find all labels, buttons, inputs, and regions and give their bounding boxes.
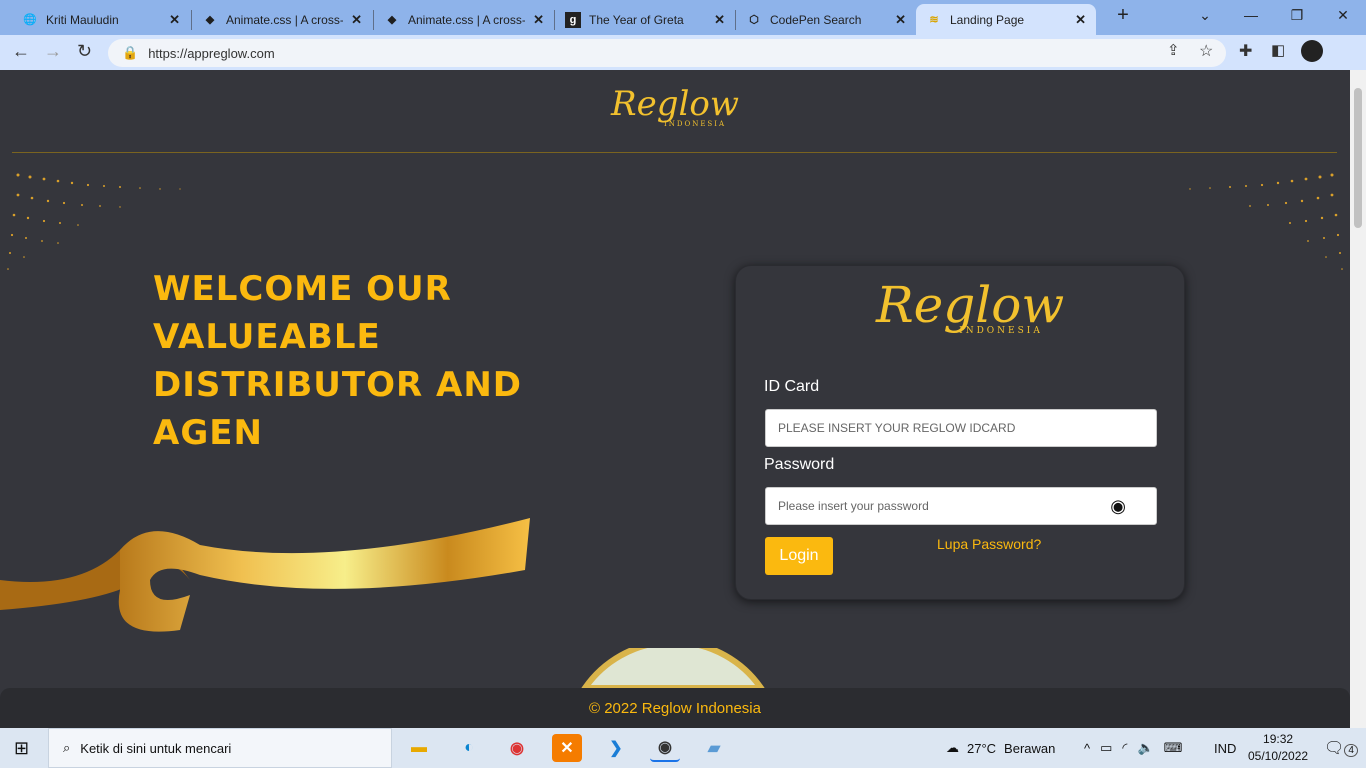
close-icon[interactable]: ✕ — [895, 12, 906, 28]
login-button[interactable]: Login — [765, 537, 833, 575]
weather-temp[interactable]: 27°C — [967, 741, 996, 756]
landing-page: Reglow INDONESIA WELCOME OUR VALUEABLE DI… — [0, 70, 1350, 728]
close-icon[interactable]: ✕ — [1075, 12, 1086, 28]
battery-icon[interactable]: ▭ — [1100, 740, 1112, 756]
gold-circle-decoration — [581, 648, 765, 688]
tab-animate-1[interactable]: ◆ Animate.css | A cross- ✕ — [192, 4, 372, 35]
back-button[interactable]: ← — [12, 41, 30, 62]
restore-button[interactable]: ❐ — [1274, 0, 1320, 30]
extensions-icon[interactable]: ✚ — [1239, 41, 1252, 61]
id-card-label: ID Card — [764, 378, 820, 395]
tab-codepen[interactable]: ⬡ CodePen Search ✕ — [736, 4, 916, 35]
password-label: Password — [764, 456, 835, 473]
header-divider — [12, 152, 1337, 153]
vscode-icon[interactable]: ❯ — [601, 734, 631, 762]
cloud-icon: ☁ — [946, 740, 959, 755]
close-icon[interactable]: ✕ — [714, 12, 725, 28]
chevron-up-icon[interactable]: ^ — [1084, 741, 1090, 756]
tab-search-button[interactable]: ⌄ — [1182, 0, 1228, 30]
keyboard-icon[interactable]: ⌨ — [1164, 740, 1183, 756]
browser-toolbar: ← → ↻ 🔒 https://appreglow.com ⇪ ☆ ✚ ◧ — [0, 35, 1366, 70]
volume-icon[interactable]: 🔈 — [1137, 740, 1153, 756]
login-card: Reglow INDONESIA ID Card PLEASE INSERT YO… — [735, 265, 1185, 600]
forward-button[interactable]: → — [44, 41, 62, 62]
eye-icon[interactable]: ◉ — [1110, 496, 1126, 517]
taskbar-search[interactable]: ⌕ Ketik di sini untuk mencari — [48, 728, 392, 768]
footer: © 2022 Reglow Indonesia — [0, 688, 1350, 728]
forgot-password-link[interactable]: Lupa Password? — [937, 536, 1041, 552]
welcome-heading: WELCOME OUR VALUEABLE DISTRIBUTOR AND AG… — [153, 269, 523, 453]
app-icon[interactable]: ▰ — [699, 734, 729, 762]
file-explorer-icon[interactable]: ▬ — [404, 734, 434, 762]
notification-icon[interactable]: 🗨 4 — [1324, 738, 1358, 758]
close-icon[interactable]: ✕ — [169, 12, 180, 28]
tab-greta[interactable]: g The Year of Greta ✕ — [555, 4, 735, 35]
new-tab-button[interactable]: + — [1100, 0, 1146, 30]
share-icon[interactable]: ⇪ — [1167, 41, 1180, 59]
edge-icon[interactable]: ◐ — [454, 734, 484, 762]
tab-kriti[interactable]: 🌐 Kriti Mauludin ✕ — [12, 4, 190, 35]
tab-strip: 🌐 Kriti Mauludin ✕ ◆ Animate.css | A cross-… — [0, 0, 1366, 35]
side-panel-icon[interactable]: ◧ — [1271, 41, 1285, 59]
windows-start-icon[interactable]: ⊞ — [14, 738, 29, 759]
close-icon[interactable]: ✕ — [351, 12, 362, 28]
password-input[interactable]: Please insert your password ◉ — [765, 487, 1157, 525]
card-logo: Reglow INDONESIA — [876, 276, 1065, 336]
gold-ribbon-decoration — [0, 518, 530, 632]
lock-icon: 🔒 — [122, 45, 139, 60]
g-icon: g — [565, 11, 581, 28]
chrome-icon[interactable]: ◉ — [502, 734, 532, 762]
search-icon: ⌕ — [63, 740, 71, 755]
address-bar[interactable]: 🔒 https://appreglow.com — [108, 39, 1226, 67]
bookmark-star-icon[interactable]: ☆ — [1199, 41, 1213, 61]
globe-icon: 🌐 — [23, 14, 37, 26]
clock[interactable]: 19:32 05/10/2022 — [1248, 731, 1308, 765]
tab-landing-page[interactable]: ≋ Landing Page ✕ — [916, 4, 1096, 35]
id-card-input[interactable]: PLEASE INSERT YOUR REGLOW IDCARD — [765, 409, 1157, 447]
language-indicator[interactable]: IND — [1214, 728, 1236, 768]
codepen-icon: ⬡ — [749, 14, 759, 26]
close-icon[interactable]: ✕ — [533, 12, 544, 28]
animate-icon: ◆ — [387, 14, 397, 26]
close-window-button[interactable]: ✕ — [1320, 0, 1366, 30]
reload-button[interactable]: ↻ — [77, 41, 92, 62]
minimize-button[interactable]: — — [1228, 0, 1274, 30]
wifi-icon[interactable]: ◜ — [1122, 740, 1127, 756]
weather-desc[interactable]: Berawan — [1004, 741, 1055, 756]
tab-animate-2[interactable]: ◆ Animate.css | A cross- ✕ — [374, 4, 554, 35]
profile-avatar[interactable] — [1301, 40, 1323, 62]
chrome-active-icon[interactable]: ◉ — [650, 734, 680, 762]
header-logo: Reglow INDONESIA — [611, 84, 739, 128]
wave-icon: ≋ — [929, 14, 939, 26]
animate-icon: ◆ — [205, 14, 215, 26]
gold-dots-left-decoration — [7, 173, 181, 270]
scrollbar[interactable] — [1350, 70, 1366, 728]
taskbar: ⊞ ⌕ Ketik di sini untuk mencari ▬ ◐ ◉ ✕ ❯… — [0, 728, 1366, 768]
xampp-icon[interactable]: ✕ — [552, 734, 582, 762]
gold-dots-right-decoration — [1189, 173, 1343, 270]
